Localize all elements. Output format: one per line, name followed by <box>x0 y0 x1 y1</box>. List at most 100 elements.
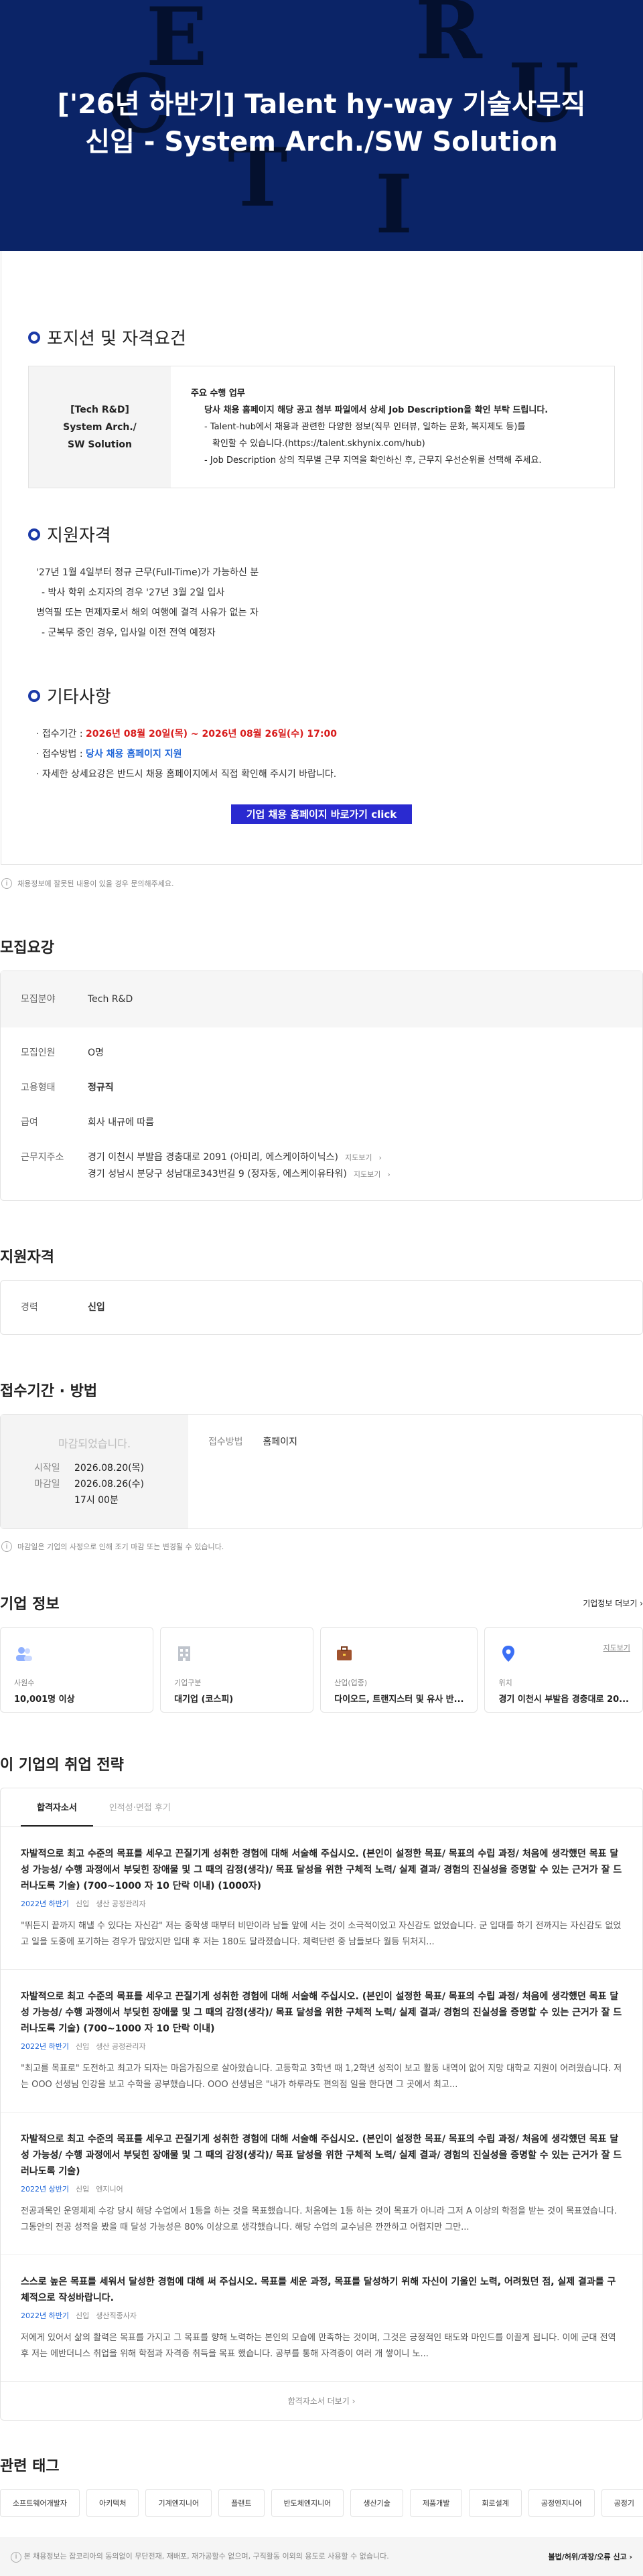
company-homepage-button[interactable]: 기업 채용 홈페이지 바로가기 click <box>231 804 412 824</box>
position-name-line: SW Solution <box>68 439 132 450</box>
card-value: 다이오드, 트랜지스터 및 유사 반... <box>334 1695 464 1705</box>
tag-item[interactable]: 소프트웨어개발자 <box>0 2489 80 2517</box>
deadline-text: 2026년 08월 20일(목) ~ 2026년 08월 26일(수) 17:0… <box>86 729 337 739</box>
eligibility-heading: 지원자격 <box>0 1249 54 1266</box>
address-text: 경기 성남시 분당구 성남대로343번길 9 (정자동, 에스케이유타워) <box>88 1169 347 1179</box>
apply-box: 마감되었습니다. 시작일 2026.08.20(목) 마감일 2026.08.26(… <box>0 1414 643 1529</box>
notice-text: 마감일은 기업의 사정으로 인해 조기 마감 또는 변경될 수 있습니다. <box>17 1543 224 1551</box>
hero-title: ['26년 하반기] Talent hy-way 기술사무직 신입 - Syst… <box>0 86 643 161</box>
essay-meta: 2022년 하반기 신입 생산 공정관리자 <box>21 2042 146 2051</box>
row-value: 정규직 <box>88 1082 114 1093</box>
list-item: · 접수방법 : 당사 채용 홈페이지 지원 <box>36 749 182 760</box>
summary-heading: 모집요강 <box>0 940 54 956</box>
map-link[interactable]: 지도보기 <box>354 1170 380 1179</box>
hero-title-line: 신입 - System Arch./SW Solution <box>85 127 558 157</box>
list-item: - 박사 학위 소지자의 경우 '27년 3월 2일 입사 <box>42 587 225 598</box>
map-link[interactable]: 지도보기 <box>603 1642 630 1653</box>
footer-notice: i 본 채용정보는 잡코리아의 동의없이 무단전재, 재배포, 재가공할수 없으… <box>11 2551 389 2563</box>
people-icon <box>16 1647 32 1661</box>
card-label: 위치 <box>498 1678 512 1687</box>
essay-item[interactable]: 자발적으로 최고 수준의 목표를 세우고 끈질기게 성취한 경험에 대해 서술해… <box>1 1827 642 1970</box>
position-name-line: [Tech R&D] <box>70 404 129 415</box>
row-label: 고용형태 <box>21 1082 56 1093</box>
etc-list: · 접수기간 : 2026년 08월 20일(목) ~ 2026년 08월 26… <box>28 724 615 784</box>
tag-list: 소프트웨어개발자 아키텍처 기계엔지니어 플랜트 반도체엔지니어 생산기술 제품… <box>0 2489 643 2517</box>
essay-more-button[interactable]: 합격자소서 더보기 › <box>1 2382 642 2420</box>
apply-method: 접수방법 홈페이지 <box>188 1415 642 1528</box>
summary-row: 급여 회사 내규에 따름 <box>1 1105 642 1140</box>
report-link[interactable]: 불법/허위/과장/오류 신고 › <box>549 2551 632 2562</box>
tag-item[interactable]: 제품개발 <box>409 2489 463 2517</box>
posting-body: 포지션 및 자격요건 [Tech R&D] System Arch./ SW S… <box>1 251 642 865</box>
summary-row: 모집인원 O명 <box>1 1027 642 1070</box>
apply-heading: 접수기간 · 방법 <box>0 1383 98 1400</box>
bullet-circle-icon <box>28 689 40 702</box>
tag-item[interactable]: 플랜트 <box>218 2489 265 2517</box>
duties-line: 확인할 수 있습니다.(https://talent.skhynix.com/h… <box>212 439 425 449</box>
bullet-circle-icon <box>28 528 40 541</box>
section-title: 포지션 및 자격요건 <box>47 329 186 349</box>
essay-answer: 저에게 있어서 삶의 활력은 목표를 가지고 그 목표를 향해 노력하는 본인의… <box>21 2333 616 2359</box>
position-table: [Tech R&D] System Arch./ SW Solution 주요 … <box>28 366 615 488</box>
map-pin-icon <box>502 1646 515 1662</box>
company-more-link[interactable]: 기업정보 더보기 › <box>583 1597 643 1609</box>
eligibility-box: 경력 신입 <box>0 1280 643 1335</box>
hero-letter: R <box>415 0 482 78</box>
essay-answer: 전공과목인 운영체제 수강 당시 해당 수업에서 1등을 하는 것을 목표했습니… <box>21 2206 618 2232</box>
essay-question: 스스로 높은 목표를 세워서 달성한 경험에 대해 써 주십시오. 목표를 세운… <box>21 2277 616 2303</box>
eligibility-row: 경력 신입 <box>1 1281 642 1334</box>
tag-item[interactable]: 공정기 <box>601 2489 643 2517</box>
list-item: · 접수기간 : 2026년 08월 20일(목) ~ 2026년 08월 26… <box>36 729 337 739</box>
row-label: 근무지주소 <box>21 1152 64 1163</box>
row-value: 회사 내규에 따름 <box>88 1117 155 1128</box>
list-item: · 자세한 상세요강은 반드시 채용 홈페이지에서 직접 확인해 주시기 바랍니… <box>36 769 337 780</box>
notice-text: 채용정보에 잘못된 내용이 있을 경우 문의해주세요. <box>17 879 174 888</box>
essay-question: 자발적으로 최고 수준의 목표를 세우고 끈질기게 성취한 경험에 대해 서술해… <box>21 2134 622 2177</box>
tag-item[interactable]: 생산기술 <box>350 2489 403 2517</box>
row-value: 경기 이천시 부발읍 경충대로 2091 (아미리, 에스케이하이닉스) 지도보기… <box>88 1149 622 1183</box>
info-icon: i <box>1 878 12 889</box>
apply-method-text: 당사 채용 홈페이지 지원 <box>86 749 182 760</box>
row-label: 급여 <box>21 1117 38 1128</box>
row-value: 신입 <box>88 1302 105 1313</box>
tab-cover-letter[interactable]: 합격자소서 <box>21 1788 93 1827</box>
tag-item[interactable]: 기계엔지니어 <box>145 2489 212 2517</box>
essay-item[interactable]: 자발적으로 최고 수준의 목표를 세우고 끈질기게 성취한 경험에 대해 서술해… <box>1 1970 642 2113</box>
essay-meta: 2022년 하반기 신입 생산직종사자 <box>21 2311 137 2320</box>
report-notice: i 채용정보에 잘못된 내용이 있을 경우 문의해주세요. <box>0 865 643 889</box>
list-item: 병역필 또는 면제자로서 해외 여행에 결격 사유가 없는 자 <box>36 607 259 618</box>
duties-title: 주요 수행 업무 <box>191 388 245 399</box>
tag-item[interactable]: 반도체엔지니어 <box>271 2489 344 2517</box>
essay-question: 자발적으로 최고 수준의 목표를 세우고 끈질기게 성취한 경험에 대해 서술해… <box>21 1849 622 1891</box>
closed-status: 마감되었습니다. <box>58 1437 131 1450</box>
list-item: - 군복무 중인 경우, 입사일 이전 전역 예정자 <box>42 628 216 638</box>
tag-item[interactable]: 공정엔지니어 <box>528 2489 595 2517</box>
section-title: 지원자격 <box>47 526 111 546</box>
briefcase-icon <box>337 1646 352 1660</box>
tag-item[interactable]: 아키텍처 <box>86 2489 139 2517</box>
hero-letter: I <box>375 157 413 251</box>
strategy-box: 합격자소서 인적성·면접 후기 자발적으로 최고 수준의 목표를 세우고 끈질기… <box>0 1788 643 2421</box>
card-label: 사원수 <box>14 1678 35 1687</box>
tag-item[interactable]: 회로설계 <box>469 2489 522 2517</box>
chevron-right-icon: › <box>387 1170 390 1179</box>
row-label: 모집인원 <box>21 1048 56 1058</box>
summary-box: 모집분야 Tech R&D 모집인원 O명 고용형태 정규직 급여 회사 내규에… <box>0 971 643 1201</box>
end-date: 2026.08.26(수) <box>74 1479 144 1490</box>
essay-item[interactable]: 자발적으로 최고 수준의 목표를 세우고 끈질기게 성취한 경험에 대해 서술해… <box>1 2113 642 2255</box>
essay-item[interactable]: 스스로 높은 목표를 세워서 달성한 경험에 대해 써 주십시오. 목표를 세운… <box>1 2255 642 2382</box>
row-value: O명 <box>88 1048 104 1058</box>
map-link[interactable]: 지도보기 <box>345 1153 372 1162</box>
end-time: 17시 00분 <box>74 1495 119 1506</box>
summary-row: 고용형태 정규직 <box>1 1070 642 1105</box>
row-value: Tech R&D <box>88 994 133 1005</box>
hero-banner: E R C U T I ['26년 하반기] Talent hy-way 기술사… <box>0 0 643 251</box>
chevron-right-icon: › <box>378 1153 382 1162</box>
essay-meta: 2022년 하반기 신입 생산 공정관리자 <box>21 1900 146 1908</box>
company-card: 사원수 10,001명 이상 <box>0 1627 154 1713</box>
card-label: 기업구분 <box>174 1678 202 1687</box>
company-card: 기업구분 대기업 (코스피) <box>160 1627 314 1713</box>
row-label: 경력 <box>21 1302 38 1313</box>
bullet-circle-icon <box>28 331 40 344</box>
tab-interview-review[interactable]: 인적성·면접 후기 <box>93 1788 187 1827</box>
